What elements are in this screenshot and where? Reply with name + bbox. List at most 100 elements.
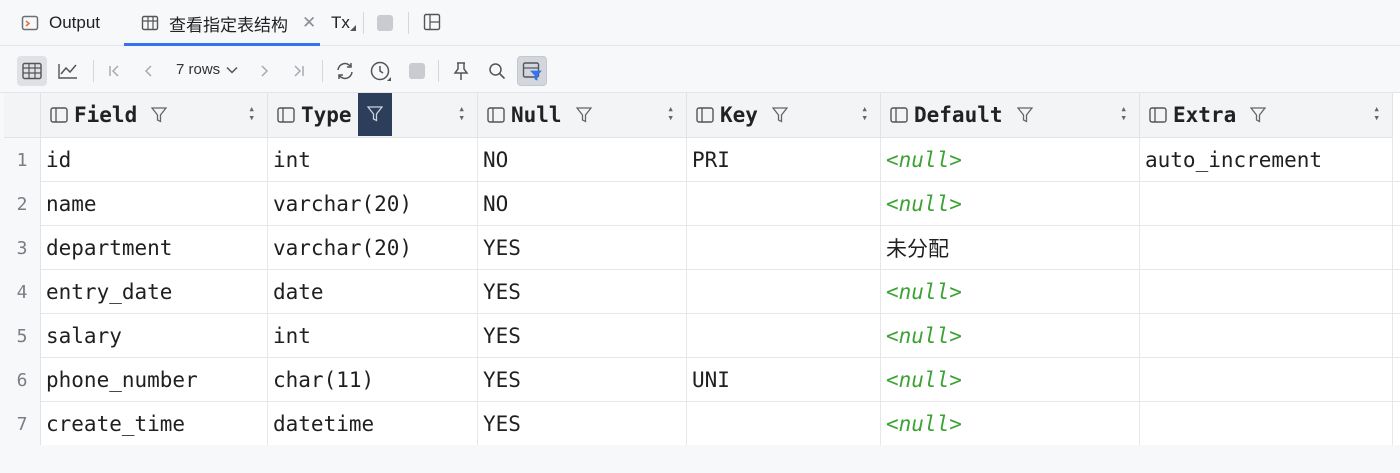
- column-header-label: Type: [301, 103, 352, 127]
- pin-icon: [453, 62, 469, 80]
- filter-icon[interactable]: [575, 106, 592, 124]
- cell-key[interactable]: [687, 270, 881, 314]
- search-button[interactable]: [482, 56, 512, 86]
- sort-icon[interactable]: ▴ ▾: [458, 103, 465, 123]
- table-row[interactable]: 7 create_time datetime YES <null>: [4, 402, 1400, 446]
- row-number: 3: [4, 226, 41, 270]
- first-page-button[interactable]: [99, 56, 129, 86]
- row-number: 1: [4, 138, 41, 182]
- filter-icon[interactable]: [1016, 106, 1033, 124]
- column-header-default[interactable]: Default ▴ ▾: [881, 93, 1140, 138]
- sort-icon[interactable]: ▴ ▾: [1120, 103, 1127, 123]
- previous-page-button[interactable]: [134, 56, 164, 86]
- cell-extra[interactable]: [1140, 226, 1393, 270]
- cell-type[interactable]: varchar(20): [268, 226, 478, 270]
- table-row[interactable]: 4 entry_date date YES <null>: [4, 270, 1400, 314]
- layout-icon[interactable]: [423, 13, 441, 36]
- result-grid: Field ▴ ▾ Type ▴ ▾ Null ▴ ▾ Key ▴ ▾ Default …: [4, 92, 1400, 446]
- cell-null[interactable]: NO: [478, 138, 687, 182]
- chart-view-button[interactable]: [53, 56, 83, 86]
- cell-extra[interactable]: [1140, 270, 1393, 314]
- cell-default[interactable]: <null>: [881, 270, 1140, 314]
- cell-field[interactable]: salary: [41, 314, 268, 358]
- stop-icon[interactable]: [377, 15, 393, 31]
- sort-icon[interactable]: ▴ ▾: [1373, 103, 1380, 123]
- cell-field[interactable]: id: [41, 138, 268, 182]
- active-tab-indicator: [124, 43, 320, 46]
- cell-type[interactable]: char(11): [268, 358, 478, 402]
- close-tab-icon[interactable]: ✕: [302, 13, 316, 33]
- column-header-type[interactable]: Type ▴ ▾: [268, 92, 478, 138]
- dropdown-corner-icon: [349, 25, 356, 31]
- transaction-mode-button[interactable]: Tx: [331, 0, 356, 46]
- cell-default[interactable]: <null>: [881, 314, 1140, 358]
- history-button[interactable]: [366, 56, 396, 86]
- cell-type[interactable]: int: [268, 138, 478, 182]
- column-header-extra[interactable]: Extra ▴ ▾: [1140, 93, 1393, 138]
- cell-default[interactable]: 未分配: [881, 226, 1140, 270]
- cell-field[interactable]: name: [41, 182, 268, 226]
- cancel-query-button[interactable]: [402, 56, 432, 86]
- table-row[interactable]: 6 phone_number char(11) YES UNI <null>: [4, 358, 1400, 402]
- tab-table-structure[interactable]: 查看指定表结构 ✕: [140, 0, 316, 46]
- table-row[interactable]: 2 name varchar(20) NO <null>: [4, 182, 1400, 226]
- cell-default[interactable]: <null>: [881, 358, 1140, 402]
- cell-extra[interactable]: auto_increment: [1140, 138, 1393, 182]
- cell-extra[interactable]: [1140, 402, 1393, 446]
- table-row[interactable]: 1 id int NO PRI <null> auto_increment: [4, 138, 1400, 182]
- cell-extra[interactable]: [1140, 358, 1393, 402]
- tab-output[interactable]: Output: [20, 0, 100, 46]
- last-page-button[interactable]: [284, 56, 314, 86]
- column-header-field[interactable]: Field ▴ ▾: [41, 93, 268, 138]
- cell-key[interactable]: UNI: [687, 358, 881, 402]
- table-row[interactable]: 3 department varchar(20) YES 未分配: [4, 226, 1400, 270]
- cell-type[interactable]: varchar(20): [268, 182, 478, 226]
- cell-extra[interactable]: [1140, 314, 1393, 358]
- cell-null[interactable]: YES: [478, 270, 687, 314]
- cell-field[interactable]: phone_number: [41, 358, 268, 402]
- cell-null[interactable]: NO: [478, 182, 687, 226]
- cell-key[interactable]: [687, 226, 881, 270]
- refresh-icon: [337, 62, 353, 80]
- column-header-null[interactable]: Null ▴ ▾: [478, 93, 687, 138]
- cell-null[interactable]: YES: [478, 226, 687, 270]
- cell-key[interactable]: [687, 402, 881, 446]
- filter-icon-highlighted[interactable]: [357, 92, 392, 136]
- cell-default[interactable]: <null>: [881, 138, 1140, 182]
- row-count-label: 7 rows: [176, 61, 221, 78]
- filter-toggle-button[interactable]: [517, 56, 547, 86]
- next-page-button[interactable]: [249, 56, 279, 86]
- filter-icon[interactable]: [1250, 106, 1267, 124]
- cell-type[interactable]: datetime: [268, 402, 478, 446]
- cell-field[interactable]: department: [41, 226, 268, 270]
- cell-null[interactable]: YES: [478, 402, 687, 446]
- cell-key[interactable]: [687, 182, 881, 226]
- refresh-button[interactable]: [330, 56, 360, 86]
- row-count-dropdown[interactable]: 7 rows: [176, 61, 238, 78]
- sort-icon[interactable]: ▴ ▾: [248, 103, 255, 123]
- cell-type[interactable]: int: [268, 314, 478, 358]
- cell-type[interactable]: date: [268, 270, 478, 314]
- cell-key[interactable]: [687, 314, 881, 358]
- cell-field[interactable]: create_time: [41, 402, 268, 446]
- cell-null[interactable]: YES: [478, 314, 687, 358]
- result-toolbar: 7 rows: [0, 47, 1400, 93]
- sort-icon[interactable]: ▴ ▾: [667, 103, 674, 123]
- column-icon: [890, 107, 908, 123]
- pin-button[interactable]: [446, 56, 476, 86]
- filter-icon[interactable]: [151, 106, 168, 124]
- table-view-button[interactable]: [17, 56, 47, 86]
- row-number-header: [4, 93, 41, 138]
- clock-icon: [370, 61, 391, 81]
- column-header-key[interactable]: Key ▴ ▾: [687, 93, 881, 138]
- cell-key[interactable]: PRI: [687, 138, 881, 182]
- last-page-icon: [294, 65, 304, 77]
- filter-icon[interactable]: [771, 106, 788, 124]
- cell-field[interactable]: entry_date: [41, 270, 268, 314]
- cell-default[interactable]: <null>: [881, 402, 1140, 446]
- sort-icon[interactable]: ▴ ▾: [861, 103, 868, 123]
- cell-default[interactable]: <null>: [881, 182, 1140, 226]
- table-row[interactable]: 5 salary int YES <null>: [4, 314, 1400, 358]
- cell-extra[interactable]: [1140, 182, 1393, 226]
- cell-null[interactable]: YES: [478, 358, 687, 402]
